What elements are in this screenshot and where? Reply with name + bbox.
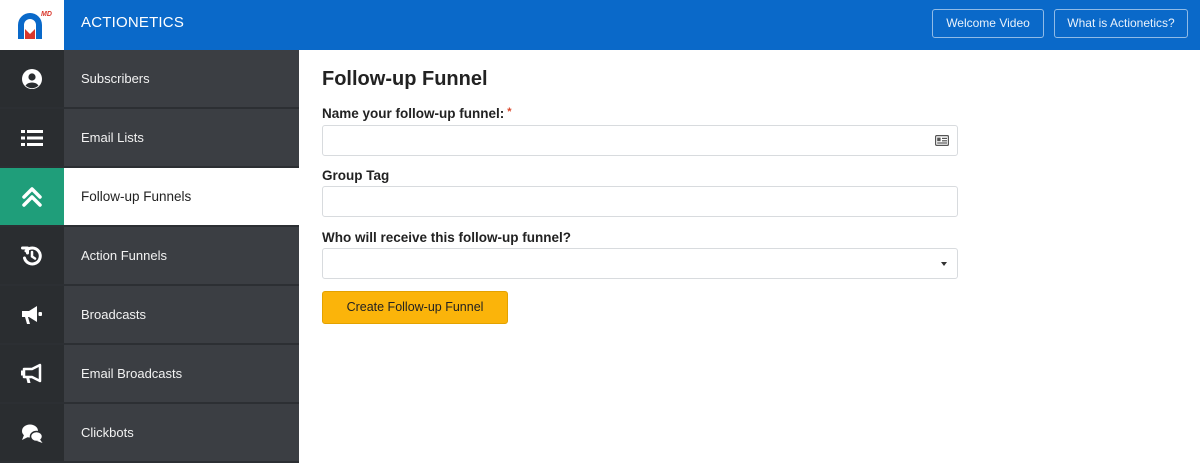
sidebar-item-label: Email Lists bbox=[81, 130, 144, 145]
group-tag-label: Group Tag bbox=[322, 168, 390, 183]
sidebar-item-email-lists[interactable]: Email Lists bbox=[0, 109, 299, 166]
sidebar-item-label: Follow-up Funnels bbox=[81, 189, 192, 204]
recipients-label: Who will receive this follow-up funnel? bbox=[322, 230, 572, 245]
sidebar-item-broadcasts[interactable]: Broadcasts bbox=[0, 286, 299, 343]
history-icon bbox=[0, 227, 64, 284]
sidebar-item-action-funnels[interactable]: Action Funnels bbox=[0, 227, 299, 284]
sidebar: Subscribers Email Lists Follow-up Funnel… bbox=[0, 50, 299, 463]
page-title: Follow-up Funnel bbox=[322, 68, 488, 90]
recipients-select[interactable] bbox=[322, 248, 958, 279]
actionetics-logo-icon: MD bbox=[18, 11, 52, 39]
create-follow-up-funnel-button[interactable]: Create Follow-up Funnel bbox=[322, 291, 508, 324]
funnel-name-input[interactable] bbox=[322, 125, 958, 156]
funnel-name-label-text: Name your follow-up funnel: bbox=[322, 106, 505, 121]
list-icon bbox=[0, 109, 64, 166]
bullhorn-icon bbox=[0, 345, 64, 402]
sidebar-item-label: Broadcasts bbox=[81, 307, 147, 322]
sidebar-item-clickbots[interactable]: Clickbots bbox=[0, 404, 299, 461]
sidebar-item-label: Action Funnels bbox=[81, 248, 167, 263]
logo[interactable]: MD bbox=[0, 0, 64, 50]
required-mark: * bbox=[507, 106, 512, 118]
sidebar-item-subscribers[interactable]: Subscribers bbox=[0, 50, 299, 107]
welcome-video-button[interactable]: Welcome Video bbox=[932, 9, 1044, 38]
group-tag-input[interactable] bbox=[322, 186, 958, 217]
what-is-actionetics-button[interactable]: What is Actionetics? bbox=[1054, 9, 1188, 38]
chat-bubbles-icon bbox=[0, 404, 64, 461]
caret-down-icon bbox=[941, 262, 947, 266]
double-chevron-up-icon bbox=[0, 168, 64, 225]
sidebar-item-label: Subscribers bbox=[81, 71, 150, 86]
logo-badge: MD bbox=[41, 11, 52, 18]
megaphone-icon bbox=[0, 286, 64, 343]
id-card-icon bbox=[928, 127, 956, 154]
sidebar-item-email-broadcasts[interactable]: Email Broadcasts bbox=[0, 345, 299, 402]
brand-name: ACTIONETICS bbox=[81, 14, 185, 31]
sidebar-item-label: Email Broadcasts bbox=[81, 366, 183, 381]
user-circle-icon bbox=[0, 50, 64, 107]
sidebar-item-follow-up-funnels[interactable]: Follow-up Funnels bbox=[0, 168, 299, 225]
sidebar-item-label: Clickbots bbox=[81, 425, 134, 440]
funnel-name-label: Name your follow-up funnel: * bbox=[322, 106, 512, 121]
top-header: MD ACTIONETICS Welcome Video What is Act… bbox=[0, 0, 1200, 50]
